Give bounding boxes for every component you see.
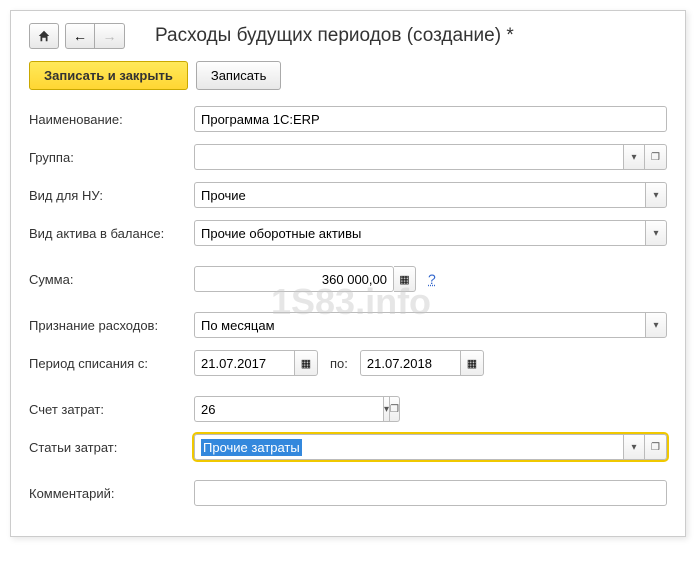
cost-item-selected-text: Прочие затраты — [201, 439, 302, 456]
label-cost-item: Статьи затрат: — [29, 440, 194, 455]
amount-input[interactable] — [194, 266, 394, 292]
header: ← → Расходы будущих периодов (создание) … — [29, 23, 667, 49]
save-button[interactable]: Записать — [196, 61, 282, 90]
label-account: Счет затрат: — [29, 402, 194, 417]
label-recognition: Признание расходов: — [29, 318, 194, 333]
arrow-left-icon: ← — [73, 28, 87, 44]
label-asset-type: Вид актива в балансе: — [29, 226, 194, 241]
row-amount: Сумма: ▦ ? — [29, 266, 667, 292]
label-period: Период списания с: — [29, 356, 194, 371]
calculator-icon: ▦ — [399, 273, 409, 286]
save-close-button[interactable]: Записать и закрыть — [29, 61, 188, 90]
cost-item-dropdown-button[interactable]: ▾ — [623, 434, 645, 460]
asset-type-input[interactable] — [194, 220, 645, 246]
amount-calc-button[interactable]: ▦ — [394, 266, 416, 292]
period-to-calendar-button[interactable]: ▦ — [460, 350, 484, 376]
recognition-dropdown-button[interactable]: ▾ — [645, 312, 667, 338]
period-from-calendar-button[interactable]: ▦ — [294, 350, 318, 376]
nu-type-dropdown-button[interactable]: ▾ — [645, 182, 667, 208]
row-group: Группа: ▾ ❐ — [29, 144, 667, 170]
nu-type-input[interactable] — [194, 182, 645, 208]
group-open-button[interactable]: ❐ — [645, 144, 667, 170]
cost-item-input[interactable]: Прочие затраты — [194, 434, 623, 460]
row-comment: Комментарий: — [29, 480, 667, 506]
account-open-button[interactable]: ❐ — [390, 396, 400, 422]
account-input[interactable] — [194, 396, 383, 422]
back-button[interactable]: ← — [65, 23, 95, 49]
row-nu-type: Вид для НУ: ▾ — [29, 182, 667, 208]
arrow-right-icon: → — [103, 28, 117, 44]
row-name: Наименование: — [29, 106, 667, 132]
toolbar: Записать и закрыть Записать — [29, 61, 667, 90]
row-cost-item: Статьи затрат: Прочие затраты ▾ ❐ — [29, 434, 667, 460]
nav-group: ← → — [29, 23, 125, 49]
calendar-icon: ▦ — [467, 357, 477, 370]
nav-pair: ← → — [65, 23, 125, 49]
row-asset-type: Вид актива в балансе: ▾ — [29, 220, 667, 246]
group-dropdown-button[interactable]: ▾ — [623, 144, 645, 170]
amount-help-link[interactable]: ? — [428, 271, 436, 287]
asset-type-dropdown-button[interactable]: ▾ — [645, 220, 667, 246]
account-dropdown-button[interactable]: ▾ — [383, 396, 390, 422]
label-group: Группа: — [29, 150, 194, 165]
group-input[interactable] — [194, 144, 623, 170]
row-account: Счет затрат: ▾ ❐ — [29, 396, 667, 422]
period-to-input[interactable] — [360, 350, 460, 376]
forward-button[interactable]: → — [95, 23, 125, 49]
calendar-icon: ▦ — [301, 357, 311, 370]
label-period-to: по: — [330, 356, 348, 371]
cost-item-open-button[interactable]: ❐ — [645, 434, 667, 460]
form-window: 1S83.info ← → Расходы будущих периодов (… — [10, 10, 686, 537]
label-amount: Сумма: — [29, 272, 194, 287]
row-period: Период списания с: ▦ по: ▦ — [29, 350, 667, 376]
row-recognition: Признание расходов: ▾ — [29, 312, 667, 338]
comment-input[interactable] — [194, 480, 667, 506]
home-icon — [37, 29, 51, 43]
page-title: Расходы будущих периодов (создание) * — [155, 25, 514, 47]
name-input[interactable] — [194, 106, 667, 132]
recognition-input[interactable] — [194, 312, 645, 338]
label-comment: Комментарий: — [29, 486, 194, 501]
label-nu-type: Вид для НУ: — [29, 188, 194, 203]
label-name: Наименование: — [29, 112, 194, 127]
period-from-input[interactable] — [194, 350, 294, 376]
home-button[interactable] — [29, 23, 59, 49]
